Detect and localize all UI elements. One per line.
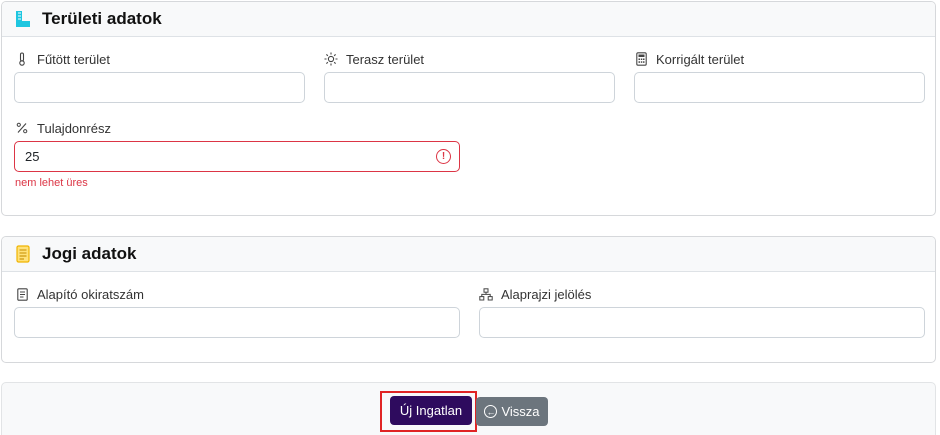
ownership-share-input[interactable]: 25 ! <box>14 141 460 172</box>
ruler-icon <box>14 10 32 28</box>
heated-area-input[interactable] <box>14 72 305 103</box>
calculator-icon <box>634 52 648 66</box>
legal-data-card: Jogi adatok Alapító okiratszám Alaprajzi… <box>1 236 936 363</box>
ownership-share-error: nem lehet üres <box>15 177 88 189</box>
thermometer-icon <box>15 52 29 66</box>
floor-plan-mark-input[interactable] <box>479 307 925 338</box>
arrow-left-circle-icon: ← <box>484 405 498 418</box>
areal-data-card: Területi adatok Fűtött terület Terasz te… <box>1 1 936 216</box>
legal-data-header: Jogi adatok <box>2 237 935 272</box>
error-icon: ! <box>436 149 451 164</box>
new-property-button[interactable]: Új Ingatlan <box>390 396 472 425</box>
sun-icon <box>324 52 338 66</box>
floor-plan-mark-label: Alaprajzi jelölés <box>501 286 592 302</box>
back-button-label: Vissza <box>501 404 540 419</box>
floor-plan-mark-field: Alaprajzi jelölés <box>479 285 591 303</box>
ownership-share-field: Tulajdonrész <box>15 119 111 137</box>
corrected-area-field: Korrigált terület <box>634 50 744 68</box>
terrace-area-input[interactable] <box>324 72 615 103</box>
areal-data-header: Területi adatok <box>2 2 935 37</box>
ownership-share-value: 25 <box>25 149 40 164</box>
deed-number-input[interactable] <box>14 307 460 338</box>
deed-number-label: Alapító okiratszám <box>37 286 144 302</box>
ownership-share-label: Tulajdonrész <box>37 120 111 136</box>
areal-data-title: Területi adatok <box>42 9 162 28</box>
heated-area-field: Fűtött terület <box>15 50 110 68</box>
corrected-area-input[interactable] <box>634 72 925 103</box>
terrace-area-label: Terasz terület <box>346 51 425 67</box>
heated-area-label: Fűtött terület <box>37 51 110 67</box>
percent-icon <box>15 121 29 135</box>
file-text-icon <box>15 287 29 301</box>
terrace-area-field: Terasz terület <box>324 50 424 68</box>
back-button[interactable]: ← Vissza <box>476 397 548 426</box>
deed-number-field: Alapító okiratszám <box>15 285 144 303</box>
document-icon <box>14 245 32 263</box>
corrected-area-label: Korrigált terület <box>656 51 745 67</box>
diagram-icon <box>479 287 493 301</box>
legal-data-title: Jogi adatok <box>42 244 137 263</box>
